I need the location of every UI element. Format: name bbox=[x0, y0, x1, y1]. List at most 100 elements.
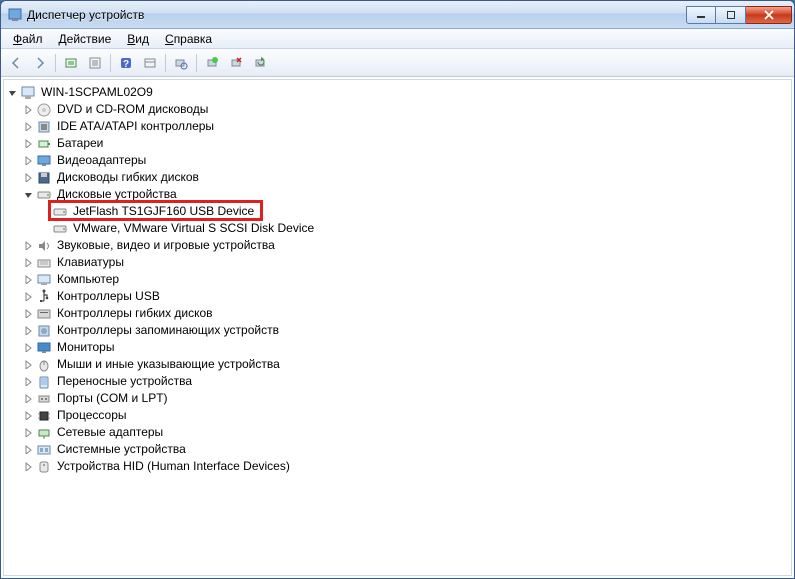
floppy-icon bbox=[36, 170, 52, 186]
collapse-icon[interactable] bbox=[22, 189, 34, 201]
minimize-button[interactable] bbox=[686, 6, 716, 24]
tree-category-label: Видеоадаптеры bbox=[55, 152, 148, 169]
expand-icon[interactable] bbox=[22, 359, 34, 371]
tree-category[interactable]: Контроллеры запоминающих устройств bbox=[6, 322, 789, 339]
expand-icon[interactable] bbox=[22, 342, 34, 354]
expand-icon[interactable] bbox=[22, 427, 34, 439]
tree-category[interactable]: Компьютер bbox=[6, 271, 789, 288]
portable-icon bbox=[36, 374, 52, 390]
expand-icon[interactable] bbox=[22, 257, 34, 269]
tree-category-label: Клавиатуры bbox=[55, 254, 126, 271]
tree-category[interactable]: Контроллеры USB bbox=[6, 288, 789, 305]
computer-icon bbox=[36, 272, 52, 288]
menu-view[interactable]: Вид bbox=[119, 30, 157, 48]
menu-help[interactable]: Справка bbox=[157, 30, 220, 48]
titlebar[interactable]: Диспетчер устройств bbox=[1, 1, 794, 29]
tree-category-label: Батареи bbox=[55, 135, 105, 152]
tree-category[interactable]: Дисководы гибких дисков bbox=[6, 169, 789, 186]
tree-category[interactable]: Устройства HID (Human Interface Devices) bbox=[6, 458, 789, 475]
tree-category[interactable]: Порты (COM и LPT) bbox=[6, 390, 789, 407]
tree-category[interactable]: Мониторы bbox=[6, 339, 789, 356]
tree-category-label: Мыши и иные указывающие устройства bbox=[55, 356, 282, 373]
port-icon bbox=[36, 391, 52, 407]
forward-button[interactable] bbox=[29, 52, 51, 74]
expand-icon[interactable] bbox=[22, 291, 34, 303]
tree-category-label: Мониторы bbox=[55, 339, 116, 356]
tree-device-label: VMware, VMware Virtual S SCSI Disk Devic… bbox=[71, 220, 316, 237]
expand-icon[interactable] bbox=[22, 172, 34, 184]
expand-icon[interactable] bbox=[22, 325, 34, 337]
sound-icon bbox=[36, 238, 52, 254]
tree-category[interactable]: DVD и CD-ROM дисководы bbox=[6, 101, 789, 118]
tree-category[interactable]: Контроллеры гибких дисков bbox=[6, 305, 789, 322]
tree-category[interactable]: Клавиатуры bbox=[6, 254, 789, 271]
tree-root-node[interactable]: WIN-1SCPAML02O9 bbox=[6, 84, 789, 101]
tree-category[interactable]: Звуковые, видео и игровые устройства bbox=[6, 237, 789, 254]
tree-category[interactable]: Системные устройства bbox=[6, 441, 789, 458]
app-icon bbox=[7, 7, 23, 23]
tree-category-label: DVD и CD-ROM дисководы bbox=[55, 101, 210, 118]
network-icon bbox=[36, 425, 52, 441]
expand-icon[interactable] bbox=[22, 240, 34, 252]
close-button[interactable] bbox=[746, 6, 792, 24]
display-icon bbox=[36, 153, 52, 169]
tree-device[interactable]: VMware, VMware Virtual S SCSI Disk Devic… bbox=[6, 220, 789, 237]
expand-icon[interactable] bbox=[22, 308, 34, 320]
tree-category-label: IDE ATA/ATAPI контроллеры bbox=[55, 118, 216, 135]
update-button[interactable] bbox=[249, 52, 271, 74]
chip-icon bbox=[36, 119, 52, 135]
tree-category[interactable]: Сетевые адаптеры bbox=[6, 424, 789, 441]
tree-device-label: JetFlash TS1GJF160 USB Device bbox=[71, 203, 256, 220]
tree-category-label: Переносные устройства bbox=[55, 373, 194, 390]
maximize-button[interactable] bbox=[716, 6, 746, 24]
tree-device[interactable]: JetFlash TS1GJF160 USB Device bbox=[6, 203, 789, 220]
tree-category[interactable]: Видеоадаптеры bbox=[6, 152, 789, 169]
scan-button[interactable] bbox=[170, 52, 192, 74]
expand-icon[interactable] bbox=[22, 155, 34, 167]
uninstall-button[interactable] bbox=[225, 52, 247, 74]
expand-icon[interactable] bbox=[22, 104, 34, 116]
computer-icon bbox=[20, 85, 36, 101]
menu-action[interactable]: Действие bbox=[51, 30, 120, 48]
collapse-icon[interactable] bbox=[6, 87, 18, 99]
keyboard-icon bbox=[36, 255, 52, 271]
tree-category[interactable]: Дисковые устройства bbox=[6, 186, 789, 203]
tree-category[interactable]: Процессоры bbox=[6, 407, 789, 424]
back-button[interactable] bbox=[5, 52, 27, 74]
properties-button[interactable] bbox=[84, 52, 106, 74]
tree-category[interactable]: IDE ATA/ATAPI контроллеры bbox=[6, 118, 789, 135]
tree-category-label: Компьютер bbox=[55, 271, 121, 288]
drive-icon bbox=[52, 204, 68, 220]
expand-icon[interactable] bbox=[22, 393, 34, 405]
menubar: Файл Действие Вид Справка bbox=[1, 29, 794, 49]
disc-icon bbox=[36, 102, 52, 118]
show-hidden-button[interactable] bbox=[60, 52, 82, 74]
expand-icon[interactable] bbox=[22, 274, 34, 286]
tree-content[interactable]: WIN-1SCPAML02O9DVD и CD-ROM дисководыIDE… bbox=[3, 79, 792, 576]
floppy-ctrl-icon bbox=[36, 306, 52, 322]
tree-category[interactable]: Мыши и иные указывающие устройства bbox=[6, 356, 789, 373]
tree-category[interactable]: Переносные устройства bbox=[6, 373, 789, 390]
battery-icon bbox=[36, 136, 52, 152]
tree-category-label: Контроллеры USB bbox=[55, 288, 162, 305]
expand-icon[interactable] bbox=[22, 444, 34, 456]
expand-icon[interactable] bbox=[22, 121, 34, 133]
detail-button[interactable] bbox=[139, 52, 161, 74]
expand-icon[interactable] bbox=[22, 138, 34, 150]
enable-button[interactable] bbox=[201, 52, 223, 74]
tree-category-label: Контроллеры запоминающих устройств bbox=[55, 322, 281, 339]
window-title: Диспетчер устройств bbox=[27, 8, 686, 22]
tree-category-label: Системные устройства bbox=[55, 441, 188, 458]
expand-icon[interactable] bbox=[22, 461, 34, 473]
monitor-icon bbox=[36, 340, 52, 356]
expand-icon[interactable] bbox=[22, 376, 34, 388]
svg-text:?: ? bbox=[123, 59, 129, 70]
usb-icon bbox=[36, 289, 52, 305]
expand-icon[interactable] bbox=[22, 410, 34, 422]
system-icon bbox=[36, 442, 52, 458]
menu-file[interactable]: Файл bbox=[5, 30, 51, 48]
tree-category[interactable]: Батареи bbox=[6, 135, 789, 152]
mouse-icon bbox=[36, 357, 52, 373]
help-button[interactable]: ? bbox=[115, 52, 137, 74]
cpu-icon bbox=[36, 408, 52, 424]
